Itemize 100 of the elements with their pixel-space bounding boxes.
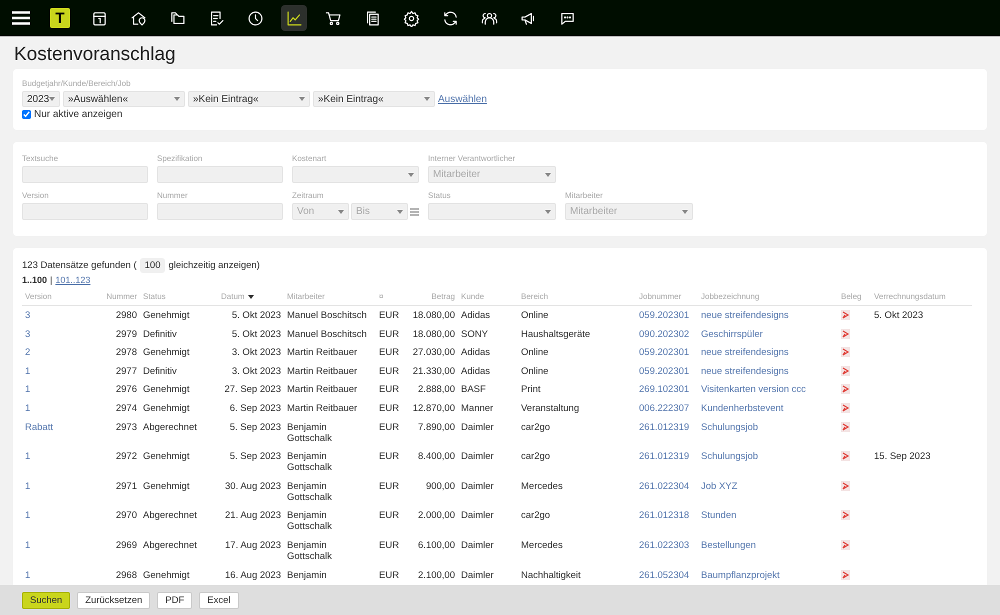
text-field[interactable]: [22, 166, 148, 183]
select-field[interactable]: [428, 203, 556, 220]
column-header[interactable]: Datum: [221, 292, 245, 301]
pdf-icon[interactable]: [841, 422, 850, 432]
column-header[interactable]: ¤: [379, 292, 384, 301]
list-icon[interactable]: [410, 208, 419, 216]
pdf-icon[interactable]: [841, 510, 850, 520]
column-header[interactable]: Nummer: [106, 292, 137, 301]
table-cell: BASF: [461, 384, 486, 396]
select-field[interactable]: 2023: [22, 91, 60, 107]
checkbox[interactable]: [22, 110, 31, 119]
field-label: Mitarbeiter: [565, 191, 604, 200]
job-name-link[interactable]: neue streifendesigns: [701, 310, 789, 321]
menu-icon: [12, 11, 30, 25]
pdf-icon[interactable]: [841, 310, 850, 320]
nav-button[interactable]: [281, 5, 307, 31]
job-name-link[interactable]: Schulungsjob: [701, 451, 758, 462]
page-link[interactable]: 101..123: [55, 275, 90, 285]
version-link[interactable]: 1: [25, 540, 30, 551]
pdf-icon[interactable]: [841, 451, 850, 462]
job-name-link[interactable]: neue streifendesigns: [701, 366, 789, 377]
column-header[interactable]: Verrechnungsdatum: [874, 292, 946, 301]
pdf-icon[interactable]: [841, 402, 850, 413]
job-name-link[interactable]: neue streifendesigns: [701, 347, 789, 358]
job-name-link[interactable]: Visitenkarten version ccc: [701, 384, 806, 396]
job-number-link[interactable]: 261.012319: [639, 451, 690, 462]
action-button[interactable]: Suchen: [22, 592, 70, 608]
app-logo[interactable]: T: [50, 8, 70, 28]
select-field[interactable]: »Auswählen«: [63, 91, 185, 107]
select-link[interactable]: Auswählen: [438, 94, 487, 104]
version-link[interactable]: 3: [25, 328, 30, 340]
job-name-link[interactable]: Baumpflanzprojekt: [701, 570, 780, 581]
pdf-icon[interactable]: [841, 480, 850, 491]
job-number-link[interactable]: 090.202302: [639, 328, 690, 340]
table-cell: Adidas: [461, 347, 490, 358]
action-button[interactable]: PDF: [157, 592, 192, 608]
select-field[interactable]: »Kein Eintrag«: [188, 91, 310, 107]
job-name-link[interactable]: Schulungsjob: [701, 422, 758, 433]
job-name-link[interactable]: Job XYZ: [701, 480, 738, 492]
table-cell: Adidas: [461, 310, 490, 321]
column-header[interactable]: Mitarbeiter: [287, 292, 325, 301]
field-label: Kostenart: [292, 154, 328, 163]
job-number-link[interactable]: 269.102301: [639, 384, 690, 396]
pdf-icon[interactable]: [841, 347, 850, 358]
job-number-link[interactable]: 261.012319: [639, 422, 690, 433]
select-field[interactable]: [292, 166, 419, 183]
pdf-icon[interactable]: [841, 366, 850, 376]
table-cell: 2970: [116, 510, 137, 522]
job-number-link[interactable]: 006.222307: [639, 402, 690, 414]
table-cell: 12.870,00: [412, 402, 455, 414]
text-field[interactable]: [157, 166, 283, 183]
version-link[interactable]: 1: [25, 384, 30, 396]
pdf-icon[interactable]: [841, 540, 850, 550]
column-header[interactable]: Status: [143, 292, 166, 301]
column-header[interactable]: Bereich: [521, 292, 548, 301]
table-cell: Martin Reitbauer: [287, 347, 358, 358]
job-name-link[interactable]: Geschirrspüler: [701, 328, 763, 340]
table-cell: Daimler: [461, 451, 494, 462]
job-name-link[interactable]: Bestellungen: [701, 540, 756, 551]
job-number-link[interactable]: 059.202301: [639, 347, 690, 358]
job-name-link[interactable]: Stunden: [701, 510, 736, 522]
column-header[interactable]: Betrag: [431, 292, 455, 301]
text-field[interactable]: [157, 203, 283, 220]
version-link[interactable]: Rabatt: [25, 422, 53, 433]
job-number-link[interactable]: 059.202301: [639, 310, 690, 321]
action-button[interactable]: Zurücksetzen: [77, 592, 150, 608]
column-header[interactable]: Version: [25, 292, 52, 301]
column-header[interactable]: Kunde: [461, 292, 484, 301]
table-cell: Abgerechnet: [143, 510, 197, 522]
job-number-link[interactable]: 261.022304: [639, 480, 690, 492]
text-field[interactable]: [22, 203, 148, 220]
pdf-icon[interactable]: [841, 384, 850, 394]
select-field[interactable]: »Kein Eintrag«: [313, 91, 435, 107]
column-header[interactable]: Beleg: [841, 292, 862, 301]
version-link[interactable]: 2: [25, 347, 30, 358]
job-name-link[interactable]: Kundenherbstevent: [701, 402, 784, 414]
column-header[interactable]: Jobbezeichnung: [701, 292, 760, 301]
pdf-icon[interactable]: [841, 570, 850, 580]
table-cell: Definitiv: [143, 328, 177, 340]
table-cell: Definitiv: [143, 366, 177, 377]
version-link[interactable]: 1: [25, 570, 30, 581]
column-header[interactable]: Jobnummer: [639, 292, 682, 301]
version-link[interactable]: 3: [25, 310, 30, 321]
table-cell: SONY: [461, 328, 488, 340]
job-number-link[interactable]: 261.022303: [639, 540, 690, 551]
version-link[interactable]: 1: [25, 451, 30, 462]
version-link[interactable]: 1: [25, 510, 30, 522]
pdf-icon[interactable]: [841, 328, 850, 339]
version-link[interactable]: 1: [25, 366, 30, 377]
action-button[interactable]: Excel: [199, 592, 238, 608]
version-link[interactable]: 1: [25, 480, 30, 492]
job-number-link[interactable]: 261.052304: [639, 570, 690, 581]
table-cell: 18.080,00: [412, 310, 455, 321]
table-cell: EUR: [379, 402, 400, 414]
table-cell: Benjamin Gottschalk: [287, 540, 332, 562]
page-size-field[interactable]: 100: [140, 258, 166, 273]
table-cell: Benjamin Gottschalk: [287, 451, 332, 474]
version-link[interactable]: 1: [25, 402, 30, 414]
job-number-link[interactable]: 261.012318: [639, 510, 690, 522]
job-number-link[interactable]: 059.202301: [639, 366, 690, 377]
